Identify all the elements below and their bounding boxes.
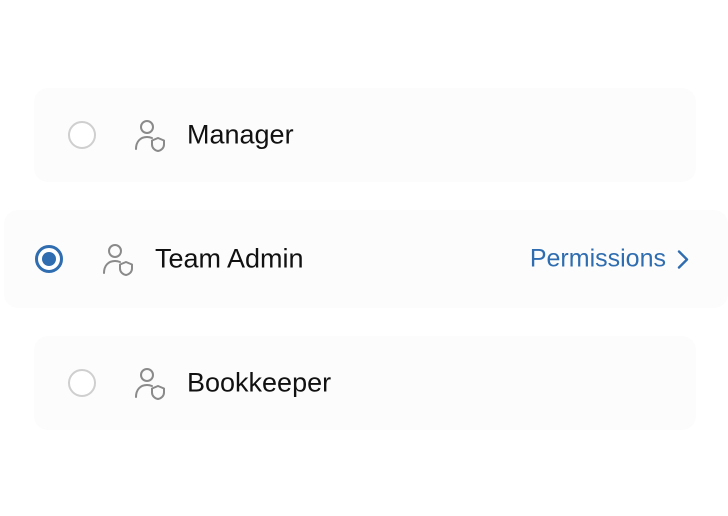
- role-option-bookkeeper[interactable]: Bookkeeper: [34, 336, 696, 430]
- chevron-right-icon: [677, 249, 689, 269]
- user-shield-icon: [135, 368, 165, 400]
- user-shield-icon: [135, 120, 165, 152]
- radio-selected-dot: [42, 252, 56, 266]
- manager-radio-button[interactable]: [68, 121, 96, 149]
- role-label: Team Admin: [155, 243, 304, 274]
- team-admin-radio-button[interactable]: [35, 245, 63, 273]
- role-label: Bookkeeper: [187, 367, 332, 398]
- permissions-link-label: Permissions: [529, 244, 666, 273]
- role-option-team-admin[interactable]: Team Admin Permissions: [4, 210, 728, 308]
- user-shield-icon: [103, 244, 133, 276]
- role-option-manager[interactable]: Manager: [34, 88, 696, 182]
- permissions-link[interactable]: Permissions: [530, 245, 690, 274]
- role-label: Manager: [187, 119, 294, 150]
- bookkeeper-radio-button[interactable]: [68, 369, 96, 397]
